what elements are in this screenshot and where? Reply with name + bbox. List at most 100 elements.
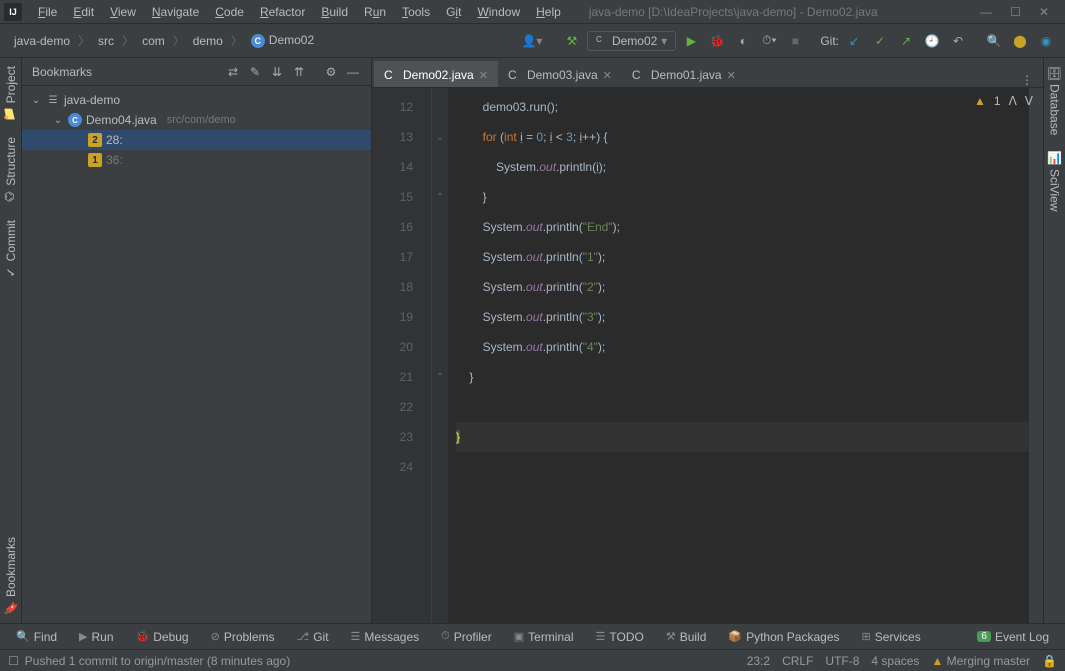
close-button[interactable]: ✕	[1039, 5, 1049, 19]
event-log-tool[interactable]: 6Event Log	[969, 628, 1057, 646]
menu-navigate[interactable]: Navigate	[144, 3, 207, 21]
database-tool-tab[interactable]: 🗄Database	[1046, 58, 1064, 143]
panel-hide-icon[interactable]: —	[345, 65, 361, 79]
messages-tool[interactable]: ☰Messages	[343, 628, 428, 646]
services-tool[interactable]: ⊞Services	[854, 628, 929, 646]
line-number-gutter[interactable]: 121314 151617 181920 212223 24	[372, 88, 432, 623]
crumb-src[interactable]: src	[92, 32, 120, 50]
crumb-project[interactable]: java-demo	[8, 32, 76, 50]
run-config-selector[interactable]: C Demo02 ▾	[587, 31, 676, 51]
run-button[interactable]: ▶	[680, 30, 702, 52]
git-update-icon[interactable]: ↙	[843, 30, 865, 52]
menu-tools[interactable]: Tools	[394, 3, 438, 21]
toggle-tool-windows-icon[interactable]: ☐	[8, 654, 19, 668]
class-icon: C	[68, 113, 82, 127]
menu-code[interactable]: Code	[207, 3, 252, 21]
menu-refactor[interactable]: Refactor	[252, 3, 313, 21]
list-icon: ☰	[46, 93, 60, 107]
app-logo: IJ	[4, 3, 22, 21]
menu-edit[interactable]: Edit	[65, 3, 102, 21]
find-tool[interactable]: 🔍Find	[8, 628, 65, 646]
tab-demo03[interactable]: C Demo03.java ✕	[498, 61, 622, 87]
panel-collapse-icon[interactable]: ⇈	[291, 65, 307, 79]
menu-view[interactable]: View	[102, 3, 144, 21]
caret-position[interactable]: 23:2	[747, 654, 770, 668]
tab-demo01[interactable]: C Demo01.java ✕	[622, 61, 746, 87]
bookmark-item-2[interactable]: 1 36:	[22, 150, 371, 170]
git-branch-widget[interactable]: ▲ Merging master	[931, 654, 1030, 668]
git-push-icon[interactable]: ↗	[895, 30, 917, 52]
bookmark-item-1[interactable]: 2 28:	[22, 130, 371, 150]
maximize-button[interactable]: ☐	[1010, 5, 1021, 19]
close-icon[interactable]: ✕	[603, 69, 612, 82]
editor-area: C Demo02.java ✕ C Demo03.java ✕ C Demo01…	[372, 58, 1043, 623]
menu-run[interactable]: Run	[356, 3, 394, 21]
menu-file[interactable]: File	[30, 3, 65, 21]
editor-body[interactable]: ▲ 1 ᐱ ᐯ 121314 151617 181920 212223 24 ⌄…	[372, 88, 1043, 623]
ide-settings-icon[interactable]: ⬤	[1009, 30, 1031, 52]
run-tool[interactable]: ▶Run	[71, 628, 121, 646]
close-icon[interactable]: ✕	[727, 69, 736, 82]
debug-button[interactable]: 🐞	[706, 30, 728, 52]
mnemonic-badge: 1	[88, 153, 102, 167]
editor-scrollbar[interactable]	[1029, 88, 1043, 623]
git-history-icon[interactable]: 🕘	[921, 30, 943, 52]
panel-expand-icon[interactable]: ⇊	[269, 65, 285, 79]
profiler-tool[interactable]: ⏱Profiler	[433, 628, 500, 646]
minimize-button[interactable]: —	[980, 5, 992, 19]
fold-region-icon[interactable]: ⌄	[432, 122, 448, 152]
tabs-more-icon[interactable]: ⋮	[1011, 73, 1043, 87]
code-with-me-icon[interactable]: ◉	[1035, 30, 1057, 52]
navigation-toolbar: java-demo〉 src〉 com〉 demo〉 CDemo02 👤▾ ⚒ …	[0, 24, 1065, 58]
fold-end-icon[interactable]: ⌃	[432, 182, 448, 212]
tree-root[interactable]: ⌄ ☰ java-demo	[22, 90, 371, 110]
search-everywhere-icon[interactable]: 🔍	[983, 30, 1005, 52]
menu-build[interactable]: Build	[313, 3, 356, 21]
menu-git[interactable]: Git	[438, 3, 469, 21]
menu-window[interactable]: Window	[469, 3, 528, 21]
crumb-demo[interactable]: demo	[187, 32, 229, 50]
git-commit-icon[interactable]: ✓	[869, 30, 891, 52]
project-tool-tab[interactable]: 📁Project	[2, 58, 20, 129]
structure-tool-tab[interactable]: ⌬Structure	[2, 129, 20, 212]
fold-gutter[interactable]: ⌄ ⌃ ⌃	[432, 88, 448, 623]
stop-button[interactable]: ■	[784, 30, 806, 52]
prev-highlight-icon[interactable]: ᐱ	[1009, 94, 1017, 108]
next-highlight-icon[interactable]: ᐯ	[1025, 94, 1033, 108]
lock-icon[interactable]: 🔒	[1042, 654, 1057, 668]
git-tool[interactable]: ⎇Git	[289, 628, 337, 646]
todo-tool[interactable]: ☰TODO	[588, 628, 652, 646]
build-tool[interactable]: ⚒Build	[658, 628, 715, 646]
problems-tool[interactable]: ⊘Problems	[203, 628, 283, 646]
debug-tool[interactable]: 🐞Debug	[128, 628, 197, 646]
panel-settings-icon[interactable]: ⚙	[323, 65, 339, 79]
code-content[interactable]: demo03.run(); for (int i = 0; i < 3; i++…	[448, 88, 1029, 623]
inspection-widget[interactable]: ▲ 1 ᐱ ᐯ	[974, 94, 1033, 108]
tab-demo02[interactable]: C Demo02.java ✕	[374, 61, 498, 87]
coverage-button[interactable]: ◐	[732, 30, 754, 52]
panel-edit-icon[interactable]: ✎	[247, 65, 263, 79]
add-config-icon[interactable]: 👤▾	[521, 30, 543, 52]
build-hammer-icon[interactable]: ⚒	[561, 30, 583, 52]
python-packages-tool[interactable]: 📦Python Packages	[720, 628, 847, 646]
panel-title: Bookmarks	[32, 65, 225, 79]
sciview-tool-tab[interactable]: 📊SciView	[1046, 143, 1064, 219]
git-rollback-icon[interactable]: ↶	[947, 30, 969, 52]
crumb-com[interactable]: com	[136, 32, 171, 50]
fold-end-icon[interactable]: ⌃	[432, 362, 448, 392]
window-title: java-demo [D:\IdeaProjects\java-demo] - …	[589, 5, 968, 19]
line-separator[interactable]: CRLF	[782, 654, 813, 668]
status-bar: ☐ Pushed 1 commit to origin/master (8 mi…	[0, 649, 1065, 671]
crumb-class[interactable]: CDemo02	[245, 31, 320, 50]
bookmarks-tool-tab[interactable]: 🔖Bookmarks	[2, 529, 20, 623]
indent-setting[interactable]: 4 spaces	[871, 654, 919, 668]
panel-filter-icon[interactable]: ⇄	[225, 65, 241, 79]
terminal-tool[interactable]: ▣Terminal	[506, 628, 582, 646]
profile-button[interactable]: ⏱▾	[758, 30, 780, 52]
menu-help[interactable]: Help	[528, 3, 569, 21]
close-icon[interactable]: ✕	[479, 69, 488, 82]
file-encoding[interactable]: UTF-8	[825, 654, 859, 668]
commit-tool-tab[interactable]: ✓Commit	[2, 212, 20, 287]
tree-file[interactable]: ⌄ C Demo04.java src/com/demo	[22, 110, 371, 130]
breadcrumb: java-demo〉 src〉 com〉 demo〉 CDemo02	[0, 31, 328, 50]
